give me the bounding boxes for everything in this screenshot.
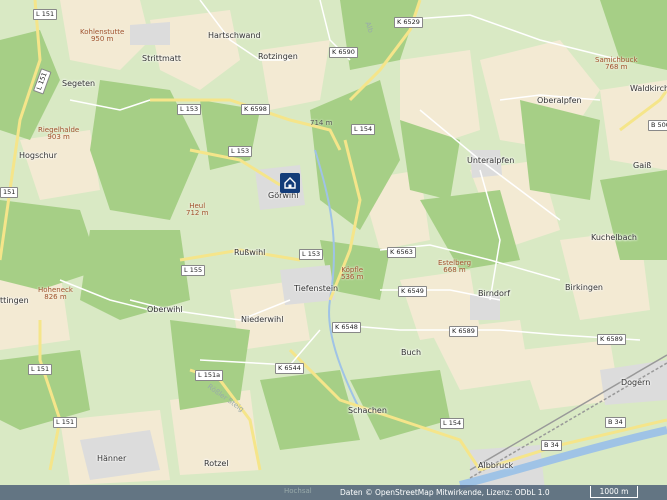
- place-haenner: Hänner: [97, 454, 127, 463]
- place-segeten: Segeten: [62, 79, 96, 88]
- place-rotzingen: Rotzingen: [258, 52, 298, 61]
- road-l153-b: L 153: [228, 146, 253, 157]
- map-tiles: [0, 0, 667, 490]
- road-k6563: K 6563: [387, 247, 416, 258]
- place-buch: Buch: [401, 348, 422, 357]
- road-b34-b: B 34: [605, 417, 626, 428]
- map-view[interactable]: Hartschwand Rotzingen Strittmatt Segeten…: [0, 0, 667, 500]
- road-l155: L 155: [181, 265, 206, 276]
- road-l153-a: L 153: [177, 104, 202, 115]
- road-l151-c: L 151: [28, 364, 53, 375]
- peak-hoheneck: Hoheneck 826 m: [38, 286, 73, 301]
- road-l151-e: 151: [0, 187, 19, 198]
- place-ttingen: ttingen: [0, 296, 29, 305]
- place-kuchelbach: Kuchelbach: [591, 233, 637, 242]
- place-hartschwand: Hartschwand: [208, 31, 261, 40]
- peak-heul: Heul 712 m: [186, 202, 209, 217]
- place-tiefenstein: Tiefenstein: [294, 284, 339, 293]
- home-icon: [284, 177, 296, 189]
- road-k6589-b: K 6589: [597, 334, 626, 345]
- road-b500: B 500: [648, 120, 667, 131]
- road-l153-c: L 153: [299, 249, 324, 260]
- place-birndorf: Birndorf: [478, 289, 511, 298]
- road-l151-d: L 151: [53, 417, 78, 428]
- place-hochsal: Hochsal: [284, 487, 312, 495]
- road-k6598: K 6598: [241, 104, 270, 115]
- peak-estelberg: Estelberg 668 m: [438, 259, 472, 274]
- place-oberalpfen: Oberalpfen: [537, 96, 582, 105]
- road-l151a: L 151a: [195, 370, 224, 381]
- peak-kohlenstutte: Kohlenstutte 950 m: [80, 28, 125, 43]
- road-l151-a: L 151: [33, 9, 58, 20]
- attribution-text: Daten © OpenStreetMap Mitwirkende, Lizen…: [340, 488, 550, 497]
- attribution-bar: Daten © OpenStreetMap Mitwirkende, Lizen…: [0, 485, 667, 500]
- place-niederwihl: Niederwihl: [241, 315, 284, 324]
- road-l154-b: L 154: [440, 418, 465, 429]
- place-russwihl: Rußwihl: [234, 248, 266, 257]
- spot-elevation-714: 714 m: [310, 119, 333, 127]
- road-k6529: K 6529: [394, 17, 423, 28]
- place-gaiss: Gaiß: [633, 161, 652, 170]
- road-l154-a: L 154: [351, 124, 376, 135]
- place-waldkirch: Waldkirch: [630, 84, 667, 93]
- place-albbruck: Albbruck: [478, 461, 514, 470]
- road-k6549: K 6549: [398, 286, 427, 297]
- place-dogern: Dogern: [621, 378, 651, 387]
- place-hogschur: Hogschur: [19, 151, 57, 160]
- home-marker[interactable]: [280, 173, 300, 193]
- road-k6544: K 6544: [275, 363, 304, 374]
- road-b34-a: B 34: [541, 440, 562, 451]
- road-k6590: K 6590: [329, 47, 358, 58]
- place-schachen: Schachen: [348, 406, 387, 415]
- peak-kopfle: Köpfle 536 m: [341, 266, 364, 281]
- scale-bar: 1000 m: [590, 486, 638, 498]
- road-k6589-a: K 6589: [449, 326, 478, 337]
- place-rotzel: Rotzel: [204, 459, 229, 468]
- peak-samichbuck: Samichbuck 768 m: [595, 56, 638, 71]
- place-birkingen: Birkingen: [565, 283, 603, 292]
- place-oberwihl: Oberwihl: [147, 305, 183, 314]
- place-unteralpfen: Unteralpfen: [467, 156, 515, 165]
- place-strittmatt: Strittmatt: [142, 54, 181, 63]
- peak-riegelhalde: Riegelhalde 903 m: [38, 126, 80, 141]
- place-goerwihl: Görwihl: [268, 191, 299, 200]
- road-k6548: K 6548: [332, 322, 361, 333]
